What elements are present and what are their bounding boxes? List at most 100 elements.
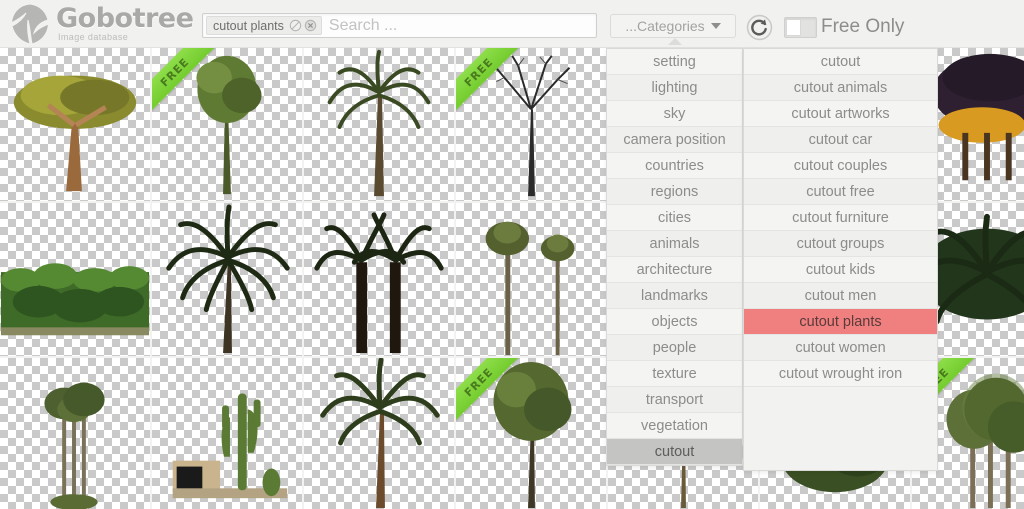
menu-item-label: cutout <box>820 54 861 70</box>
menu-item-label: regions <box>650 184 699 200</box>
search-bar[interactable]: cutout plants <box>202 13 597 38</box>
menu-item-label: cutout <box>654 444 695 460</box>
submenu-item-cutout-women[interactable]: cutout women <box>744 335 937 361</box>
menu-item-cities[interactable]: cities <box>607 205 742 231</box>
menu-item-label: cutout women <box>795 340 886 356</box>
categories-dropdown-button[interactable]: ...Categories <box>610 14 736 38</box>
category-menu-primary: setting lighting sky camera position countri… <box>606 48 750 466</box>
free-only-toggle[interactable]: Free Only <box>784 16 904 38</box>
search-token-cutout-plants[interactable]: cutout plants <box>206 16 322 35</box>
refresh-button[interactable] <box>746 14 773 41</box>
menu-item-landmarks[interactable]: landmarks <box>607 283 742 309</box>
submenu-item-cutout-couples[interactable]: cutout couples <box>744 153 937 179</box>
refresh-icon <box>746 14 773 41</box>
app-root: FREEFREEFREEFREE Gobotree Image database… <box>0 0 1024 509</box>
menu-item-label: lighting <box>651 80 698 96</box>
brand-title: Gobotree <box>56 3 194 34</box>
submenu-item-cutout-free[interactable]: cutout free <box>744 179 937 205</box>
menu-item-label: objects <box>651 314 698 330</box>
submenu-item-cutout[interactable]: cutout <box>744 49 937 75</box>
menu-item-label: cutout free <box>806 184 875 200</box>
submenu-item-cutout-animals[interactable]: cutout animals <box>744 75 937 101</box>
menu-item-label: camera position <box>623 132 726 148</box>
menu-item-people[interactable]: people <box>607 335 742 361</box>
search-token-label: cutout plants <box>213 18 284 33</box>
menu-item-objects[interactable]: objects <box>607 309 742 335</box>
submenu-item-cutout-wrought-iron[interactable]: cutout wrought iron <box>744 361 937 387</box>
menu-item-cutout[interactable]: cutout <box>607 439 750 465</box>
thumbnail-image-umbrella-acacia-tree <box>0 48 150 201</box>
thumbnail-cell[interactable]: FREE <box>456 358 608 509</box>
categories-dropdown-pointer <box>668 38 682 45</box>
menu-item-label: architecture <box>636 262 713 278</box>
menu-item-label: animals <box>649 236 700 252</box>
menu-item-label: sky <box>663 106 686 122</box>
thumbnail-cell[interactable] <box>152 358 304 509</box>
thumbnail-cell[interactable]: FREE <box>456 48 608 203</box>
menu-item-lighting[interactable]: lighting <box>607 75 742 101</box>
menu-item-label: cutout groups <box>796 236 885 252</box>
thumbnail-cell[interactable] <box>0 203 152 358</box>
menu-item-vegetation[interactable]: vegetation <box>607 413 742 439</box>
thumbnail-image-tall-palm-tree <box>304 48 454 201</box>
menu-item-label: cutout car <box>808 132 873 148</box>
free-only-label: Free Only <box>821 16 905 37</box>
submenu-item-cutout-men[interactable]: cutout men <box>744 283 937 309</box>
thumbnail-image-two-slim-palms <box>456 203 606 356</box>
thumbnail-image-palm-trio-cluster <box>0 358 150 509</box>
menu-item-transport[interactable]: transport <box>607 387 742 413</box>
menu-item-label: texture <box>652 366 697 382</box>
submenu-item-cutout-kids[interactable]: cutout kids <box>744 257 937 283</box>
menu-item-label: cutout couples <box>793 158 888 174</box>
free-only-switch-knob <box>786 18 801 36</box>
app-header: Gobotree Image database cutout plants Se… <box>0 0 1024 48</box>
menu-item-label: landmarks <box>641 288 708 304</box>
menu-item-sky[interactable]: sky <box>607 101 742 127</box>
thumbnail-cell[interactable] <box>456 203 608 358</box>
menu-item-label: transport <box>645 392 704 408</box>
thumbnail-image-cactus-with-wall <box>152 358 302 509</box>
thumbnail-image-single-date-palm <box>304 358 454 509</box>
thumbnail-cell[interactable] <box>0 48 152 203</box>
submenu-item-cutout-artworks[interactable]: cutout artworks <box>744 101 937 127</box>
search-token-icons <box>289 19 317 32</box>
thumbnail-image-banana-plantation-row <box>0 203 150 356</box>
ban-circle-icon[interactable] <box>289 19 302 32</box>
submenu-item-cutout-furniture[interactable]: cutout furniture <box>744 205 937 231</box>
menu-item-camera-position[interactable]: camera position <box>607 127 742 153</box>
thumbnail-image-twin-date-palms <box>304 203 454 356</box>
thumbnail-cell[interactable] <box>152 203 304 358</box>
menu-item-countries[interactable]: countries <box>607 153 742 179</box>
menu-item-label: cutout plants <box>799 314 882 330</box>
menu-item-label: people <box>652 340 697 356</box>
submenu-item-cutout-groups[interactable]: cutout groups <box>744 231 937 257</box>
submenu-item-cutout-plants[interactable]: cutout plants <box>744 309 937 335</box>
menu-item-label: countries <box>645 158 704 174</box>
close-circle-icon[interactable] <box>304 19 317 32</box>
menu-item-label: cutout men <box>804 288 877 304</box>
menu-item-label: cutout wrought iron <box>778 366 903 382</box>
thumbnail-cell[interactable]: FREE <box>152 48 304 203</box>
menu-item-label: cities <box>657 210 692 226</box>
menu-item-label: cutout kids <box>805 262 876 278</box>
submenu-item-cutout-car[interactable]: cutout car <box>744 127 937 153</box>
menu-item-label: cutout artworks <box>791 106 890 122</box>
category-menu-secondary: cutout cutout animals cutout artworks cutou… <box>743 48 938 471</box>
thumbnail-cell[interactable] <box>304 358 456 509</box>
menu-item-architecture[interactable]: architecture <box>607 257 742 283</box>
thumbnail-image-fan-palm-tree <box>152 203 302 356</box>
menu-item-setting[interactable]: setting <box>607 49 742 75</box>
menu-item-label: vegetation <box>641 418 708 434</box>
thumbnail-cell[interactable] <box>304 48 456 203</box>
thumbnail-cell[interactable] <box>304 203 456 358</box>
brand-logo[interactable]: Gobotree Image database <box>8 2 196 46</box>
categories-dropdown-label: ...Categories <box>625 18 705 34</box>
free-only-switch[interactable] <box>784 16 817 38</box>
chevron-down-icon <box>710 23 721 29</box>
menu-item-regions[interactable]: regions <box>607 179 742 205</box>
menu-item-texture[interactable]: texture <box>607 361 742 387</box>
menu-item-animals[interactable]: animals <box>607 231 742 257</box>
search-input[interactable] <box>321 16 596 35</box>
thumbnail-cell[interactable] <box>0 358 152 509</box>
menu-item-label: cutout furniture <box>792 210 889 226</box>
